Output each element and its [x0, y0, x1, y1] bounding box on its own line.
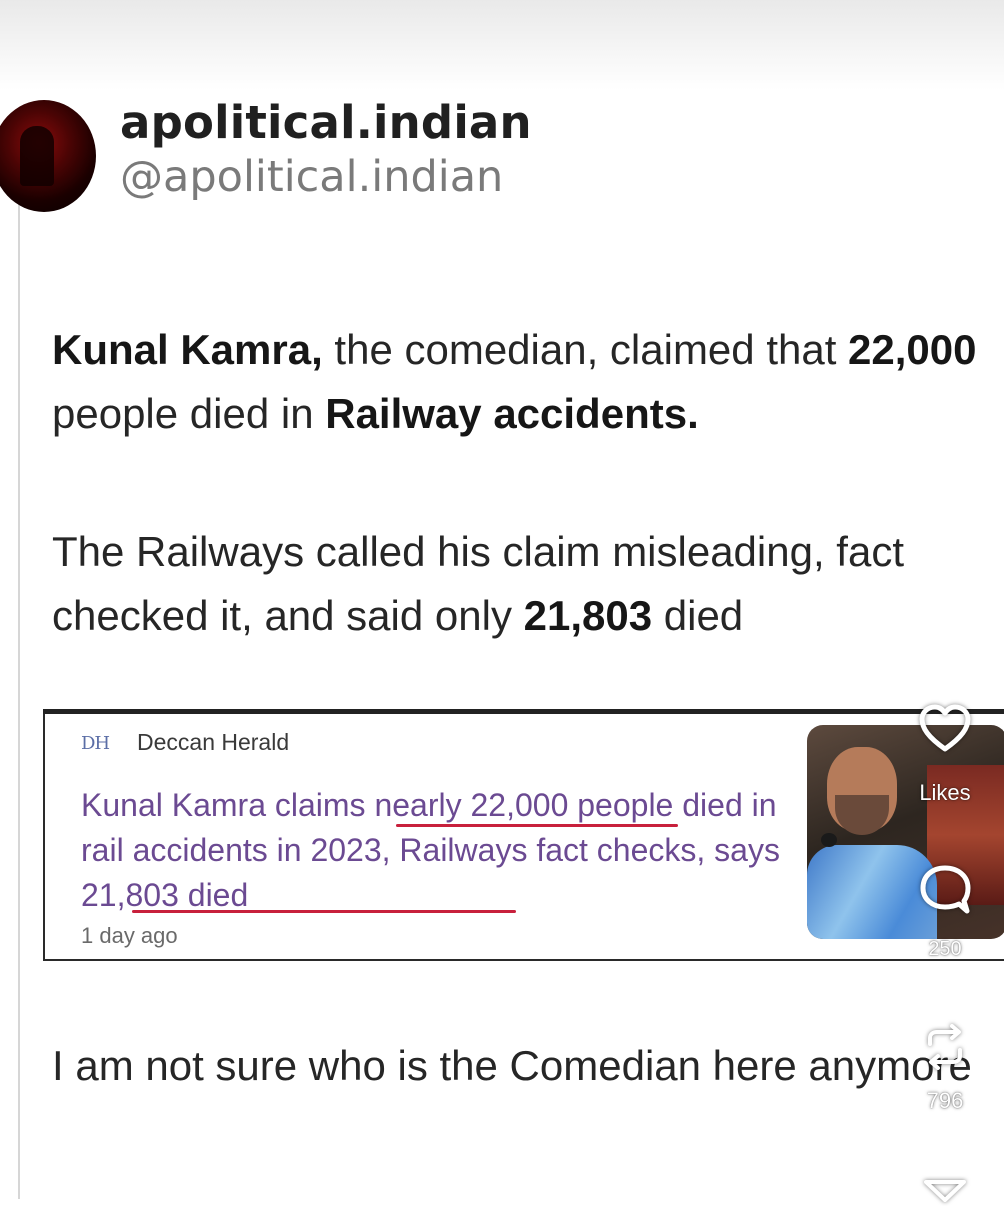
like-button[interactable]: Likes	[890, 704, 1000, 806]
thumbnail-mic	[821, 833, 837, 847]
top-fade	[0, 0, 1004, 90]
thread-line	[18, 200, 20, 1199]
paragraph2-segment-2: died	[652, 592, 744, 639]
news-age: 1 day ago	[81, 923, 178, 948]
paragraph2-segment-0: The Railways called his claim misleading…	[52, 528, 904, 639]
post-paragraph-1: Kunal Kamra, the comedian, claimed that …	[52, 318, 992, 446]
source-logo: DH	[81, 733, 110, 754]
repost-button[interactable]: 796	[890, 1022, 1000, 1114]
display-name[interactable]: apolitical.indian	[120, 96, 532, 149]
comment-button[interactable]: 250	[890, 864, 1000, 961]
news-link-card[interactable]: DH Deccan Herald Kunal Kamra claims near…	[43, 709, 1004, 961]
comment-bubble-icon	[920, 865, 971, 914]
paragraph1-segment-2: 22,000	[848, 326, 977, 373]
source-name: Deccan Herald	[137, 729, 290, 755]
share-button[interactable]	[890, 1176, 1000, 1206]
avatar[interactable]	[0, 100, 96, 212]
repost-icon	[928, 1024, 962, 1070]
paragraph1-segment-4: Railway accidents.	[325, 390, 699, 437]
likes-label: Likes	[919, 780, 971, 805]
reposts-count: 796	[926, 1088, 964, 1113]
post-paragraph-2: The Railways called his claim misleading…	[52, 520, 992, 648]
share-icon	[924, 1180, 966, 1202]
avatar-figure	[20, 126, 54, 186]
heart-icon	[919, 704, 971, 752]
card-top-border	[43, 709, 1004, 714]
paragraph1-segment-1: the comedian, claimed that	[322, 326, 849, 373]
news-headline[interactable]: Kunal Kamra claims nearly 22,000 people …	[81, 783, 821, 918]
paragraph1-segment-3: people died in	[52, 390, 326, 437]
thumbnail-beard	[835, 795, 889, 835]
headline-underline-1	[396, 824, 678, 827]
user-handle[interactable]: @apolitical.indian	[120, 152, 503, 202]
post-paragraph-3: I am not sure who is the Comedian here a…	[52, 1042, 972, 1089]
headline-underline-2	[132, 910, 516, 913]
paragraph2-segment-1: 21,803	[523, 592, 653, 639]
paragraph1-segment-0: Kunal Kamra,	[52, 326, 323, 373]
comments-count: 250	[928, 938, 962, 960]
